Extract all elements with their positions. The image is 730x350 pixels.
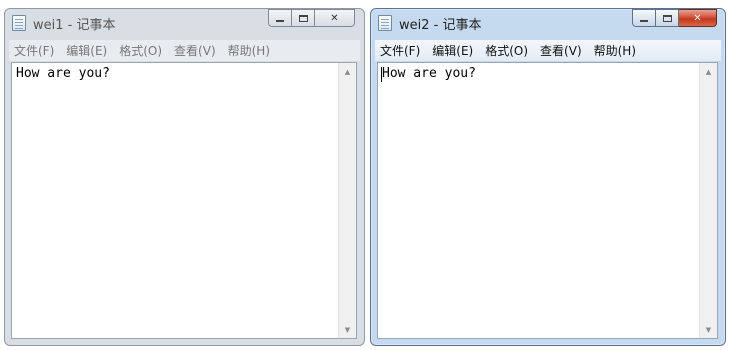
menu-view[interactable]: 查看(V) xyxy=(169,42,221,59)
maximize-icon xyxy=(662,14,672,22)
window-controls: ✕ xyxy=(268,9,355,29)
menu-bar: 文件(F) 编辑(E) 格式(O) 查看(V) 帮助(H) xyxy=(9,40,360,61)
editor-content[interactable]: How are you? xyxy=(16,66,336,81)
text-editor[interactable]: How are you? ▲ ▼ xyxy=(377,62,718,339)
close-icon: ✕ xyxy=(330,12,339,24)
scroll-up-icon[interactable]: ▲ xyxy=(339,63,356,80)
minimize-icon xyxy=(276,20,284,22)
editor-content[interactable]: How are you? xyxy=(382,66,697,81)
maximize-button[interactable] xyxy=(292,9,315,27)
close-button[interactable]: ✕ xyxy=(679,9,717,27)
vertical-scrollbar[interactable]: ▲ ▼ xyxy=(699,63,717,338)
menu-help[interactable]: 帮助(H) xyxy=(223,42,275,59)
close-icon: ✕ xyxy=(693,12,702,24)
menu-file[interactable]: 文件(F) xyxy=(375,42,425,59)
scroll-down-icon[interactable]: ▼ xyxy=(339,321,356,338)
notepad-icon xyxy=(12,15,26,31)
text-editor[interactable]: How are you? ▲ ▼ xyxy=(11,62,357,339)
scroll-down-icon[interactable]: ▼ xyxy=(700,321,717,338)
menu-file[interactable]: 文件(F) xyxy=(9,42,59,59)
scroll-up-icon[interactable]: ▲ xyxy=(700,63,717,80)
window-controls: ✕ xyxy=(632,9,717,29)
menu-edit[interactable]: 编辑(E) xyxy=(61,42,112,59)
menu-bar: 文件(F) 编辑(E) 格式(O) 查看(V) 帮助(H) xyxy=(375,40,721,61)
window-title: wei2 - 记事本 xyxy=(399,18,482,33)
maximize-icon xyxy=(298,14,308,22)
minimize-icon xyxy=(640,20,648,22)
close-button[interactable]: ✕ xyxy=(315,9,355,27)
notepad-icon xyxy=(378,15,392,31)
title-bar[interactable]: wei2 - 记事本 ✕ xyxy=(371,9,725,37)
title-bar[interactable]: wei1 - 记事本 ✕ xyxy=(5,9,364,37)
menu-help[interactable]: 帮助(H) xyxy=(589,42,641,59)
menu-edit[interactable]: 编辑(E) xyxy=(427,42,478,59)
minimize-button[interactable] xyxy=(632,9,656,27)
notepad-window-wei1[interactable]: wei1 - 记事本 ✕ 文件(F) 编辑(E) 格式(O) 查看(V) 帮助(… xyxy=(4,8,365,346)
notepad-window-wei2[interactable]: wei2 - 记事本 ✕ 文件(F) 编辑(E) 格式(O) 查看(V) 帮助(… xyxy=(370,8,726,346)
menu-format[interactable]: 格式(O) xyxy=(480,42,533,59)
menu-view[interactable]: 查看(V) xyxy=(535,42,587,59)
window-title: wei1 - 记事本 xyxy=(33,18,116,33)
vertical-scrollbar[interactable]: ▲ ▼ xyxy=(338,63,356,338)
minimize-button[interactable] xyxy=(268,9,292,27)
menu-format[interactable]: 格式(O) xyxy=(114,42,167,59)
maximize-button[interactable] xyxy=(656,9,679,27)
